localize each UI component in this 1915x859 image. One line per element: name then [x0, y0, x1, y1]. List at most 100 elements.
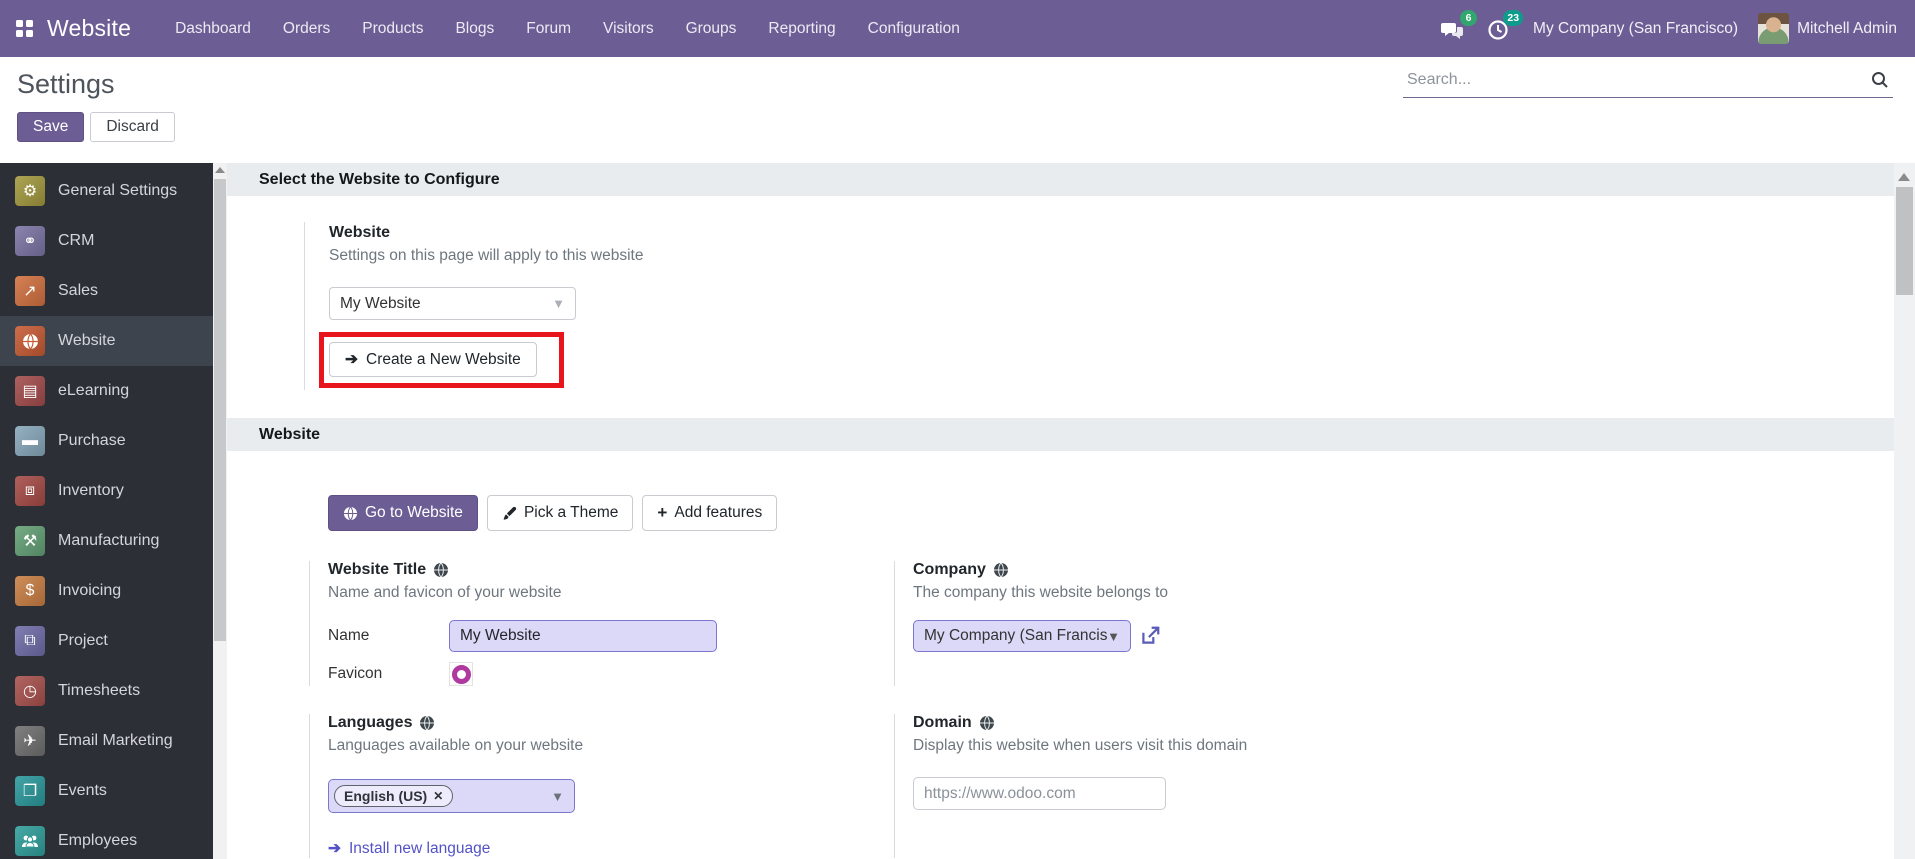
annotation-highlight: ➔ Create a New Website [319, 332, 564, 388]
menu-products[interactable]: Products [348, 12, 437, 46]
install-new-language-link[interactable]: ➔ Install new language [328, 839, 894, 858]
company-box: Company The company this website belongs… [894, 561, 1479, 686]
favicon-image[interactable] [449, 662, 473, 686]
sidebar-item-manufacturing[interactable]: ⚒ Manufacturing [0, 516, 213, 566]
domain-input[interactable] [913, 777, 1166, 810]
sidebar-item-employees[interactable]: Employees [0, 816, 213, 859]
presentation-icon: ▤ [15, 376, 45, 406]
company-switcher[interactable]: My Company (San Francisco) [1533, 20, 1738, 38]
plus-icon: + [657, 503, 668, 522]
page-scroll-up-arrow[interactable] [1898, 173, 1910, 181]
favicon-label: Favicon [328, 665, 383, 682]
languages-box: Languages Languages available on your we… [309, 714, 894, 858]
page-scrollbar-thumb[interactable] [1896, 187, 1913, 295]
activity-clock-icon[interactable]: 23 [1487, 9, 1524, 41]
chevron-down-icon: ▼ [552, 296, 565, 311]
languages-multiselect[interactable]: English (US) ✕ ▼ [328, 779, 575, 813]
app-brand[interactable]: Website [47, 15, 131, 42]
menu-configuration[interactable]: Configuration [854, 12, 974, 46]
sidebar-item-elearning[interactable]: ▤ eLearning [0, 366, 213, 416]
menu-groups[interactable]: Groups [672, 12, 751, 46]
sidebar-scrollbar-thumb[interactable] [214, 179, 226, 641]
avatar [1758, 13, 1790, 44]
search-input[interactable] [1407, 71, 1871, 89]
gear-icon: ⚙ [15, 176, 45, 206]
pick-a-theme-button[interactable]: Pick a Theme [486, 495, 634, 531]
sidebar-item-project[interactable]: ⧉ Project [0, 616, 213, 666]
user-menu[interactable]: Mitchell Admin [1758, 13, 1897, 44]
user-name: Mitchell Admin [1797, 19, 1897, 37]
ticket-icon: ❐ [15, 776, 45, 806]
domain-box: Domain Display this website when users v… [894, 714, 1479, 858]
website-actions: Go to Website Pick a Theme + Add feature… [328, 495, 1894, 531]
website-title-label: Website Title [328, 561, 894, 579]
search-icon[interactable] [1871, 71, 1889, 89]
website-name-input[interactable] [449, 620, 717, 652]
create-new-website-button[interactable]: ➔ Create a New Website [329, 342, 537, 377]
sidebar-item-timesheets[interactable]: ◷ Timesheets [0, 666, 213, 716]
messages-badge: 6 [1460, 9, 1478, 26]
sidebar-item-inventory[interactable]: ⧈ Inventory [0, 466, 213, 516]
page-scrollbar[interactable] [1894, 163, 1915, 859]
sidebar-scroll-up-arrow[interactable] [215, 167, 225, 173]
discard-button[interactable]: Discard [90, 112, 175, 142]
go-to-website-button[interactable]: Go to Website [328, 495, 478, 531]
sidebar-item-purchase[interactable]: ▬ Purchase [0, 416, 213, 466]
sidebar-item-website[interactable]: Website [0, 316, 213, 366]
website-select[interactable]: My Website ▼ [329, 287, 576, 320]
sidebar-item-events[interactable]: ❐ Events [0, 766, 213, 816]
settings-content: Select the Website to Configure Website … [227, 163, 1894, 859]
apps-grid-icon[interactable] [16, 20, 33, 37]
website-title-box: Website Title Name and favicon of your w… [309, 561, 894, 686]
control-bar: Settings Save Discard [0, 57, 1915, 163]
arrow-right-icon: ➔ [328, 840, 341, 857]
sidebar-item-general-settings[interactable]: ⚙ General Settings [0, 166, 213, 216]
menu-orders[interactable]: Orders [269, 12, 344, 46]
language-tag[interactable]: English (US) ✕ [334, 785, 454, 807]
translate-globe-icon [993, 562, 1008, 578]
sidebar-item-invoicing[interactable]: $ Invoicing [0, 566, 213, 616]
company-select[interactable]: My Company (San Francisc ▼ [913, 620, 1131, 652]
remove-tag-icon[interactable]: ✕ [433, 789, 443, 803]
menu-visitors[interactable]: Visitors [589, 12, 668, 46]
company-label: Company [913, 561, 1479, 579]
name-label: Name [328, 627, 370, 644]
section-website: Website [227, 418, 1894, 451]
sidebar-item-sales[interactable]: ↗ Sales [0, 266, 213, 316]
menu-dashboard[interactable]: Dashboard [161, 12, 265, 46]
workspace: ⚙ General Settings ⚭ CRM ↗ Sales Website… [0, 163, 1915, 859]
stopwatch-icon: ◷ [15, 676, 45, 706]
handshake-icon: ⚭ [15, 226, 45, 256]
top-navbar: Website Dashboard Orders Products Blogs … [0, 0, 1915, 57]
menu-reporting[interactable]: Reporting [754, 12, 849, 46]
arrow-right-icon: ➔ [345, 351, 358, 368]
add-features-button[interactable]: + Add features [642, 495, 778, 531]
search-box [1403, 65, 1893, 98]
navbar-right: 6 23 My Company (San Francisco) Mitchell… [1441, 9, 1897, 44]
messages-icon[interactable]: 6 [1441, 9, 1478, 41]
globe-icon [15, 326, 45, 356]
sales-chart-icon: ↗ [15, 276, 45, 306]
box-icon: ⧈ [15, 476, 45, 506]
people-icon [15, 826, 45, 856]
sidebar-item-email-marketing[interactable]: ✈ Email Marketing [0, 716, 213, 766]
sidebar-item-crm[interactable]: ⚭ CRM [0, 216, 213, 266]
languages-label: Languages [328, 714, 894, 732]
chevron-down-icon: ▼ [1107, 628, 1120, 644]
section-select-website: Select the Website to Configure [227, 163, 1894, 196]
save-button[interactable]: Save [17, 112, 85, 142]
menu-blogs[interactable]: Blogs [441, 12, 508, 46]
translate-globe-icon [420, 715, 435, 731]
translate-globe-icon [979, 715, 994, 731]
translate-globe-icon [434, 562, 449, 578]
website-select-box: Website Settings on this page will apply… [304, 222, 904, 390]
paintbrush-icon [503, 506, 517, 520]
chevron-down-icon: ▼ [551, 788, 564, 804]
website-box-label: Website [329, 224, 391, 241]
menu-forum[interactable]: Forum [512, 12, 585, 46]
sidebar-scrollbar[interactable] [213, 163, 227, 859]
invoice-icon: $ [15, 576, 45, 606]
globe-icon [343, 506, 358, 520]
external-link-icon[interactable] [1139, 625, 1161, 647]
settings-grid: Website Title Name and favicon of your w… [309, 561, 1894, 858]
